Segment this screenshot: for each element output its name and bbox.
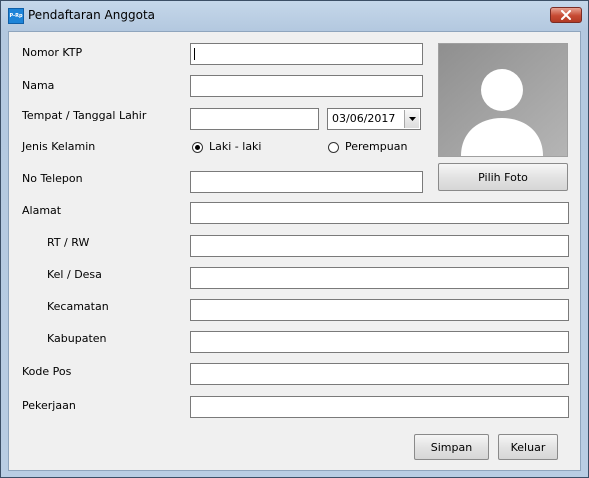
form-area: Nomor KTP Nama Tempat / Tanggal Lahir 03…	[8, 31, 581, 471]
kabupaten-input[interactable]	[190, 331, 569, 353]
chevron-down-icon	[409, 117, 416, 121]
label-nama: Nama	[22, 79, 55, 92]
title-bar[interactable]: P-Rp Pendaftaran Anggota	[1, 1, 588, 31]
label-tempat-tanggal-lahir: Tempat / Tanggal Lahir	[22, 109, 147, 122]
label-alamat: Alamat	[22, 204, 62, 217]
tanggal-lahir-datepicker[interactable]: 03/06/2017	[327, 108, 421, 130]
app-window: P-Rp Pendaftaran Anggota Nomor KTP Nama …	[0, 0, 589, 478]
kode-pos-input[interactable]	[190, 363, 569, 385]
text-caret	[194, 48, 195, 60]
close-icon	[561, 10, 571, 20]
tempat-lahir-input[interactable]	[190, 108, 319, 130]
app-icon: P-Rp	[8, 8, 24, 24]
label-jenis-kelamin: Jenis Kelamin	[22, 140, 96, 153]
radio-laki-laki[interactable]	[192, 142, 203, 153]
label-kecamatan: Kecamatan	[47, 300, 109, 313]
radio-perempuan-label[interactable]: Perempuan	[345, 140, 407, 153]
pekerjaan-input[interactable]	[190, 396, 569, 418]
label-kabupaten: Kabupaten	[47, 332, 107, 345]
alamat-input[interactable]	[190, 202, 569, 224]
nama-input[interactable]	[190, 75, 423, 97]
photo-preview	[438, 43, 568, 157]
date-dropdown-button[interactable]	[404, 110, 419, 128]
pilih-foto-button[interactable]: Pilih Foto	[438, 163, 568, 191]
simpan-button[interactable]: Simpan	[414, 434, 489, 460]
radio-laki-laki-label[interactable]: Laki - laki	[209, 140, 261, 153]
label-pekerjaan: Pekerjaan	[22, 399, 76, 412]
label-kel-desa: Kel / Desa	[47, 268, 102, 281]
label-rt-rw: RT / RW	[47, 236, 90, 249]
label-kode-pos: Kode Pos	[22, 365, 72, 378]
no-telepon-input[interactable]	[190, 171, 423, 193]
nomor-ktp-input[interactable]	[190, 43, 423, 65]
label-no-telepon: No Telepon	[22, 172, 83, 185]
radio-perempuan[interactable]	[328, 142, 339, 153]
label-nomor-ktp: Nomor KTP	[22, 46, 83, 59]
kel-desa-input[interactable]	[190, 267, 569, 289]
close-button[interactable]	[550, 7, 582, 23]
window-title: Pendaftaran Anggota	[28, 8, 155, 22]
kecamatan-input[interactable]	[190, 299, 569, 321]
user-silhouette-icon	[439, 44, 567, 156]
keluar-button[interactable]: Keluar	[498, 434, 558, 460]
rt-rw-input[interactable]	[190, 235, 569, 257]
tanggal-lahir-value: 03/06/2017	[332, 112, 396, 125]
